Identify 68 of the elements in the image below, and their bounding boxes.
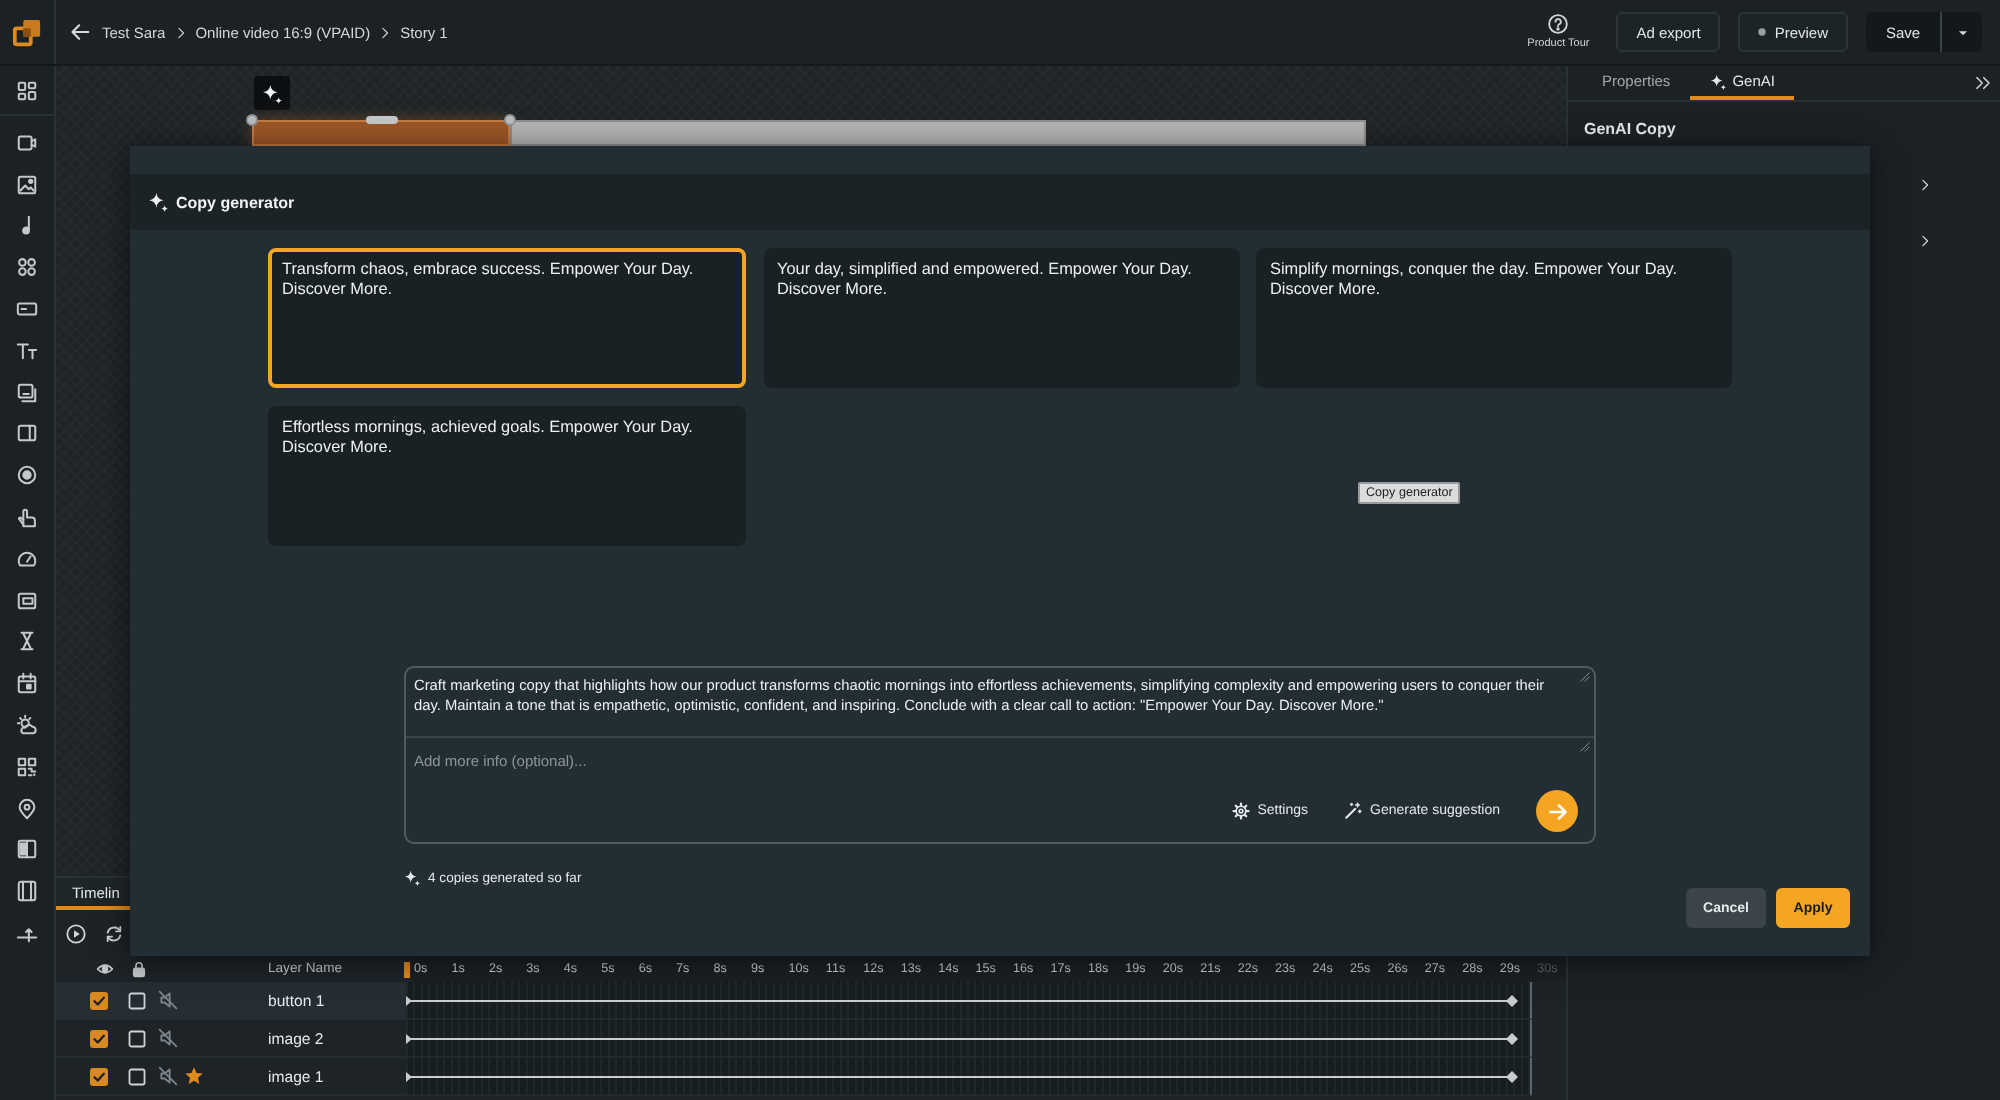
track-bar[interactable] [406,1031,1520,1045]
chevron-right-icon [378,25,393,39]
visibility-checkbox[interactable] [90,991,108,1009]
loop-icon[interactable] [104,923,124,943]
sparkle-button[interactable] [254,76,290,110]
speaker-off-icon[interactable] [158,1028,178,1048]
arrow-up-line-icon[interactable] [16,922,38,945]
move-handle[interactable] [366,116,398,124]
section-title: GenAI Copy [1584,120,1678,140]
pointing-hand-icon[interactable] [16,506,38,529]
sparkle-icon [148,192,168,212]
back-arrow-icon[interactable] [70,22,90,42]
gallery-icon[interactable] [16,381,38,404]
submit-button[interactable] [1536,790,1578,832]
arrow-right-icon [1547,801,1567,821]
copy-card[interactable]: Your day, simplified and empowered. Empower Your Day. Discover More. [763,248,1239,388]
lock-icon [129,960,147,978]
frame-icon[interactable] [16,589,38,612]
gear-icon [1231,802,1250,820]
playhead-icon[interactable] [404,961,410,977]
track-bar[interactable] [406,993,1520,1007]
split-icon[interactable] [16,838,38,861]
chevron-right-icon [173,25,188,39]
logo-icon [12,17,42,47]
video-icon[interactable] [16,131,38,154]
image-icon[interactable] [16,173,38,196]
hourglass-icon[interactable] [16,630,38,653]
calendar-icon[interactable] [16,672,38,695]
button-icon[interactable] [16,298,38,321]
qr-code-icon[interactable] [16,755,38,778]
text-size-icon[interactable] [16,339,38,362]
grid-icon[interactable] [16,79,38,101]
lock-checkbox[interactable] [128,991,146,1009]
sparkle-icon [1710,73,1727,89]
sparkle-icon [404,870,420,886]
resize-grip-icon [1580,672,1590,682]
selected-layer[interactable] [252,120,510,146]
columns-icon[interactable] [16,880,38,903]
double-chevron-icon[interactable] [1974,74,1992,92]
resize-handle[interactable] [504,114,516,126]
lock-checkbox[interactable] [128,1029,146,1047]
caret-down-icon [1955,25,1969,39]
chevron-right-icon[interactable] [1918,177,1932,191]
speaker-off-icon[interactable] [158,990,178,1010]
record-icon[interactable] [16,464,38,487]
play-icon[interactable] [66,923,86,943]
track-bar[interactable] [406,1069,1520,1083]
dot-icon [1758,28,1767,36]
panel-icon[interactable] [16,422,38,445]
shapes-icon[interactable] [16,256,38,279]
eye-icon [95,960,113,978]
lock-checkbox[interactable] [128,1067,146,1085]
gauge-icon[interactable] [16,547,38,570]
sparkle-icon [262,83,282,103]
copy-card[interactable]: Transform chaos, embrace success. Empower Your Day. Discover More. [268,248,746,388]
resize-handle[interactable] [246,114,258,126]
magic-wand-icon [1344,802,1362,820]
speaker-off-icon[interactable] [158,1066,178,1086]
map-pin-icon[interactable] [16,797,38,820]
copy-card[interactable]: Effortless mornings, achieved goals. Empower Your Day. Discover More. [268,406,746,546]
visibility-checkbox[interactable] [90,1067,108,1085]
visibility-checkbox[interactable] [90,1029,108,1047]
help-icon [1548,14,1569,34]
resize-grip-icon [1580,742,1590,752]
chevron-right-icon[interactable] [1918,233,1932,247]
copy-card[interactable]: Simplify mornings, conquer the day. Empower Your Day. Discover More. [1256,248,1732,388]
dialog-title: Copy generator [176,193,295,211]
weather-icon[interactable] [16,714,38,737]
